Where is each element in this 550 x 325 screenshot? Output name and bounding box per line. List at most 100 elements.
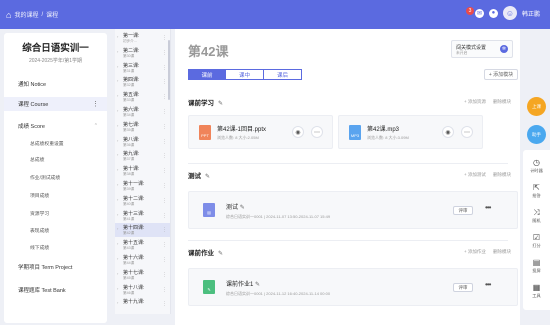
resource-name[interactable]: 第42课-1回目.pptx (217, 124, 266, 133)
resource-card-mp3[interactable]: MP3 第42课.mp3 浏览人数: 8 大小:3.09M ◉ ⋯ (338, 115, 483, 149)
review-button[interactable]: 评审 (453, 206, 473, 215)
more-vertical-icon[interactable]: ⋮ (162, 287, 167, 293)
review-button[interactable]: 评审 (453, 283, 473, 292)
tool-item[interactable]: ☑ 打分 (523, 233, 550, 249)
more-vertical-icon[interactable]: ⋮ (162, 79, 167, 85)
chevron-right-icon[interactable]: › (117, 49, 118, 54)
lesson-item[interactable]: › 第十七课: 第45课 ⋮ (115, 268, 170, 282)
lesson-item[interactable]: › 第二课: 第30课 ⋮ (115, 46, 170, 60)
sidebar-subitem-homework[interactable]: 作业/测试成绩 (4, 174, 107, 181)
edit-icon[interactable]: ✎ (255, 282, 260, 288)
avatar[interactable]: ☺ (502, 6, 517, 20)
lesson-list-scrollbar[interactable] (168, 40, 170, 100)
resource-name[interactable]: 第42课.mp3 (367, 124, 399, 133)
more-vertical-icon[interactable]: ⋮ (162, 35, 167, 41)
chevron-right-icon[interactable]: › (117, 226, 118, 231)
more-horizontal-icon[interactable]: ⋯ (461, 126, 473, 138)
lesson-item[interactable]: › 第十课: 第38课 ⋮ (115, 164, 170, 178)
lesson-item[interactable]: › 第十三课: 第41课 ⋮ (115, 209, 170, 223)
lesson-item[interactable]: › 第一课: 初步介... ⋮ (115, 31, 170, 45)
chevron-right-icon[interactable]: › (117, 34, 118, 39)
assistant-button[interactable]: 助手 (527, 125, 546, 144)
chevron-right-icon[interactable]: › (117, 108, 118, 113)
gear-icon[interactable]: ✲ (500, 45, 508, 53)
more-vertical-icon[interactable]: ⋮ (92, 100, 99, 108)
lesson-item[interactable]: › 第七课: 第35课 ⋮ (115, 120, 170, 134)
lesson-item[interactable]: › 第三课: 第31课 ⋮ (115, 61, 170, 75)
test-card[interactable]: ▤ 测试 ✎ 综合日语实训一0001 | 2024-11-07 13:50-20… (188, 191, 518, 229)
chevron-right-icon[interactable]: › (117, 138, 118, 143)
more-vertical-icon[interactable]: ⋮ (162, 139, 167, 145)
more-horizontal-icon[interactable]: ••• (485, 280, 491, 289)
lesson-item[interactable]: › 第十二课: 第40课 ⋮ (115, 194, 170, 208)
edit-icon[interactable]: ✎ (218, 251, 223, 257)
more-vertical-icon[interactable]: ⋮ (162, 65, 167, 71)
tool-item[interactable]: ⤨ 随机 (523, 208, 550, 224)
tool-item[interactable]: ◷ 计时器 (523, 158, 550, 174)
delete-module-button[interactable]: 删除模块 (493, 249, 511, 255)
tool-item[interactable]: ▤ 投屏 (523, 258, 550, 274)
lesson-item[interactable]: › 第九课: 第37课 ⋮ (115, 149, 170, 163)
eye-icon[interactable]: ◉ (292, 126, 304, 138)
more-vertical-icon[interactable]: ⋮ (162, 153, 167, 159)
challenge-mode-settings[interactable]: 闯关模式设置 未开启 ✲ (451, 40, 513, 58)
lesson-item[interactable]: › 第十一课: 第39课 ⋮ (115, 179, 170, 193)
add-homework-button[interactable]: + 添加作业 (464, 249, 486, 255)
chevron-up-icon[interactable]: ⌃ (94, 123, 98, 129)
more-vertical-icon[interactable]: ⋮ (162, 257, 167, 263)
more-vertical-icon[interactable]: ⋮ (162, 94, 167, 100)
eye-icon[interactable]: ◉ (442, 126, 454, 138)
edit-icon[interactable]: ✎ (240, 205, 245, 211)
chevron-right-icon[interactable]: › (117, 182, 118, 187)
home-icon[interactable]: ⌂ (6, 10, 11, 20)
chevron-right-icon[interactable]: › (117, 212, 118, 217)
chevron-right-icon[interactable]: › (117, 167, 118, 172)
tool-item[interactable]: ▦ 工具 (523, 283, 550, 299)
delete-module-button[interactable]: 删除模块 (493, 172, 511, 178)
lesson-item[interactable]: › 第十八课: 第46课 ⋮ (115, 283, 170, 297)
chevron-right-icon[interactable]: › (117, 241, 118, 246)
lesson-item[interactable]: › 第六课: 第34课 ⋮ (115, 105, 170, 119)
sidebar-subitem-total[interactable]: 总成绩 (4, 156, 107, 163)
lesson-item[interactable]: › 第十六课: 第44课 ⋮ (115, 253, 170, 267)
edit-icon[interactable]: ✎ (205, 174, 210, 180)
test-name[interactable]: 测试 ✎ (226, 202, 245, 211)
more-vertical-icon[interactable]: ⋮ (162, 168, 167, 174)
sidebar-item-term-project[interactable]: 学期项目 Term Project (4, 260, 107, 274)
chevron-right-icon[interactable]: › (117, 64, 118, 69)
sidebar-item-score[interactable]: 成绩 Score ⌃ (4, 119, 107, 133)
delete-module-button[interactable]: 删除模块 (493, 99, 511, 105)
tab-post-class[interactable]: 课后 (264, 69, 302, 80)
more-vertical-icon[interactable]: ⋮ (162, 272, 167, 278)
homework-card[interactable]: ✎ 课前作业1 ✎ 综合日语实训一0001 | 2024-11-12 16:40… (188, 268, 518, 306)
start-class-button[interactable]: 上课 (527, 97, 546, 116)
sidebar-subitem-project[interactable]: 项目成绩 (4, 192, 107, 199)
more-vertical-icon[interactable]: ⋮ (162, 109, 167, 115)
more-vertical-icon[interactable]: ⋮ (162, 183, 167, 189)
chevron-right-icon[interactable]: › (117, 123, 118, 128)
chevron-right-icon[interactable]: › (117, 300, 118, 305)
add-test-button[interactable]: + 添加测试 (464, 172, 486, 178)
lesson-item[interactable]: › 第十五课: 第43课 ⋮ (115, 238, 170, 252)
add-resource-button[interactable]: + 添加资源 (464, 99, 486, 105)
sidebar-subitem-resource[interactable]: 资源学习 (4, 210, 107, 217)
tab-pre-class[interactable]: 课前 (188, 69, 226, 80)
chevron-right-icon[interactable]: › (117, 286, 118, 291)
lesson-item[interactable]: › 第四课: 第32课 ⋮ (115, 75, 170, 89)
edit-icon[interactable]: ✎ (218, 101, 223, 107)
homework-name[interactable]: 课前作业1 ✎ (226, 279, 260, 288)
sidebar-subitem-weight[interactable]: 总成绩权重设置 (4, 140, 107, 147)
lesson-item[interactable]: › 第五课: 第33课 ⋮ (115, 90, 170, 104)
more-horizontal-icon[interactable]: ⋯ (311, 126, 323, 138)
user-name[interactable]: 韩正鹏 (522, 9, 540, 18)
chevron-right-icon[interactable]: › (117, 271, 118, 276)
add-module-button[interactable]: + 添加模块 (484, 69, 518, 80)
chevron-right-icon[interactable]: › (117, 152, 118, 157)
more-vertical-icon[interactable]: ⋮ (162, 213, 167, 219)
resource-card-pptx[interactable]: PPT 第42课-1回目.pptx 浏览人数: 8 大小:2.05M ◉ ⋯ (188, 115, 333, 149)
sidebar-subitem-performance[interactable]: 表现成绩 (4, 227, 107, 234)
chevron-right-icon[interactable]: › (117, 197, 118, 202)
more-vertical-icon[interactable]: ⋮ (162, 242, 167, 248)
breadcrumb-my-courses[interactable]: 我的课程 (14, 10, 38, 19)
more-vertical-icon[interactable]: ⋮ (162, 198, 167, 204)
